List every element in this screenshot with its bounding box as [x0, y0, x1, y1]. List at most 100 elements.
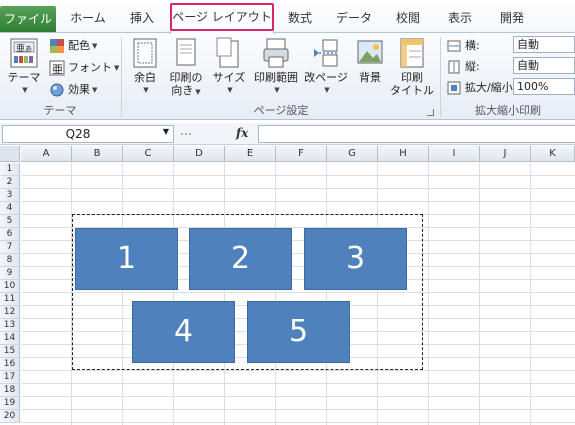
- scale-icon: [447, 81, 461, 95]
- scale-group-label: 拡大縮小印刷: [475, 104, 541, 117]
- column-header[interactable]: B: [72, 146, 123, 162]
- row-header[interactable]: 4: [0, 202, 20, 215]
- tab-data[interactable]: データ: [330, 7, 378, 29]
- print-titles-icon: [400, 38, 424, 68]
- shape-box-3[interactable]: 3: [304, 228, 407, 290]
- effects-icon: [50, 83, 64, 97]
- height-label: 縦:: [465, 60, 480, 73]
- row-header[interactable]: 17: [0, 371, 20, 384]
- fonts-button[interactable]: 亜 フォント ▼: [49, 59, 119, 77]
- shape-box-2[interactable]: 2: [189, 228, 292, 290]
- column-header[interactable]: A: [21, 146, 72, 162]
- shape-box-1[interactable]: 1: [75, 228, 178, 290]
- column-header[interactable]: I: [429, 146, 480, 162]
- row-header[interactable]: 7: [0, 241, 20, 254]
- row-header[interactable]: 8: [0, 254, 20, 267]
- row-header[interactable]: 15: [0, 345, 20, 358]
- svg-text:亜: 亜: [52, 63, 63, 76]
- background-label: 背景: [359, 71, 381, 84]
- tab-developer[interactable]: 開発: [492, 7, 532, 29]
- colors-button[interactable]: 配色 ▼: [49, 37, 97, 55]
- effects-button[interactable]: 効果 ▼: [49, 81, 97, 99]
- themes-label: テーマ: [7, 71, 41, 84]
- row-header[interactable]: 20: [0, 410, 20, 423]
- row-header[interactable]: 10: [0, 280, 20, 293]
- width-row: 横:: [446, 37, 480, 55]
- page-break-icon: [314, 39, 338, 67]
- tab-home[interactable]: ホーム: [62, 7, 114, 29]
- svg-text:あ: あ: [25, 45, 32, 53]
- svg-text:亜: 亜: [16, 43, 25, 54]
- fonts-icon: 亜: [49, 60, 65, 76]
- tab-review[interactable]: 校閲: [388, 7, 428, 29]
- themes-button[interactable]: 亜 あ テーマ ▼: [4, 37, 44, 97]
- row-header[interactable]: 14: [0, 332, 20, 345]
- height-row: 縦:: [446, 58, 480, 76]
- print-area-button[interactable]: 印刷範囲 ▼: [249, 37, 303, 97]
- ribbon: 亜 あ テーマ ▼ 配色 ▼ 亜 フォント ▼ 効果 ▼ テーマ 余白 ▼ 印刷…: [0, 32, 575, 120]
- row-header[interactable]: 2: [0, 176, 20, 189]
- scale-field[interactable]: 100%: [513, 78, 575, 95]
- tab-file[interactable]: ファイル: [0, 6, 56, 32]
- chevron-down-icon[interactable]: ▼: [163, 127, 169, 136]
- row-header[interactable]: 13: [0, 319, 20, 332]
- tab-formulas[interactable]: 数式: [280, 7, 320, 29]
- row-header[interactable]: 9: [0, 267, 20, 280]
- page-setup-group-label: ページ設定: [253, 104, 309, 117]
- background-button[interactable]: 背景: [351, 37, 389, 84]
- breaks-button[interactable]: 改ページ ▼: [303, 37, 349, 97]
- orientation-label-line1: 印刷の: [169, 71, 203, 84]
- formula-splitter-icon[interactable]: [178, 126, 192, 142]
- breaks-label: 改ページ: [304, 71, 348, 84]
- insert-function-button[interactable]: fx: [236, 126, 248, 140]
- row-header[interactable]: 1: [0, 163, 20, 176]
- theme-group-label: テーマ: [43, 104, 77, 117]
- column-header[interactable]: E: [225, 146, 276, 162]
- column-header[interactable]: D: [174, 146, 225, 162]
- name-box[interactable]: Q28 ▼: [2, 125, 174, 143]
- row-header[interactable]: 19: [0, 397, 20, 410]
- size-label: サイズ: [212, 71, 246, 84]
- shape-box-4[interactable]: 4: [132, 301, 235, 363]
- column-header[interactable]: F: [276, 146, 327, 162]
- row-header[interactable]: 5: [0, 215, 20, 228]
- orientation-label-line2: 向き: [171, 84, 194, 97]
- width-icon: [447, 40, 461, 52]
- row-header[interactable]: 3: [0, 189, 20, 202]
- print-titles-label-line1: 印刷: [401, 71, 423, 84]
- orientation-button[interactable]: 印刷の 向き ▼: [164, 37, 208, 99]
- name-box-value: Q28: [65, 127, 91, 141]
- print-area-label: 印刷範囲: [254, 71, 298, 84]
- tab-insert[interactable]: 挿入: [118, 7, 166, 29]
- size-button[interactable]: サイズ ▼: [209, 37, 249, 97]
- width-label: 横:: [465, 39, 480, 52]
- row-header[interactable]: 18: [0, 384, 20, 397]
- column-header[interactable]: K: [531, 146, 575, 162]
- select-all-corner[interactable]: [0, 146, 20, 162]
- row-header[interactable]: 12: [0, 306, 20, 319]
- height-field[interactable]: 自動: [513, 57, 575, 74]
- chevron-down-icon: ▼: [274, 86, 280, 94]
- column-header[interactable]: C: [123, 146, 174, 162]
- column-header[interactable]: G: [327, 146, 378, 162]
- shape-box-5[interactable]: 5: [247, 301, 350, 363]
- margins-button[interactable]: 余白 ▼: [126, 37, 164, 97]
- effects-label: 効果: [68, 83, 90, 96]
- tab-view[interactable]: 表示: [440, 7, 480, 29]
- row-header[interactable]: 11: [0, 293, 20, 306]
- row-header[interactable]: 16: [0, 358, 20, 371]
- width-field[interactable]: 自動: [513, 36, 575, 53]
- fonts-label: フォント: [68, 61, 112, 74]
- formula-input[interactable]: [258, 125, 575, 143]
- chevron-down-icon: ▼: [92, 42, 98, 50]
- print-titles-button[interactable]: 印刷 タイトル: [390, 37, 434, 97]
- orientation-icon: [176, 38, 196, 66]
- row-header[interactable]: 6: [0, 228, 20, 241]
- column-header[interactable]: J: [480, 146, 531, 162]
- ribbon-tab-bar: ファイル ホーム 挿入 ページ レイアウト 数式 データ 校閲 表示 開発: [0, 0, 575, 34]
- background-icon: [357, 40, 383, 64]
- column-header[interactable]: H: [378, 146, 429, 162]
- page-setup-launcher-icon[interactable]: [427, 109, 434, 116]
- colors-label: 配色: [68, 39, 90, 52]
- print-area-icon: [263, 38, 289, 68]
